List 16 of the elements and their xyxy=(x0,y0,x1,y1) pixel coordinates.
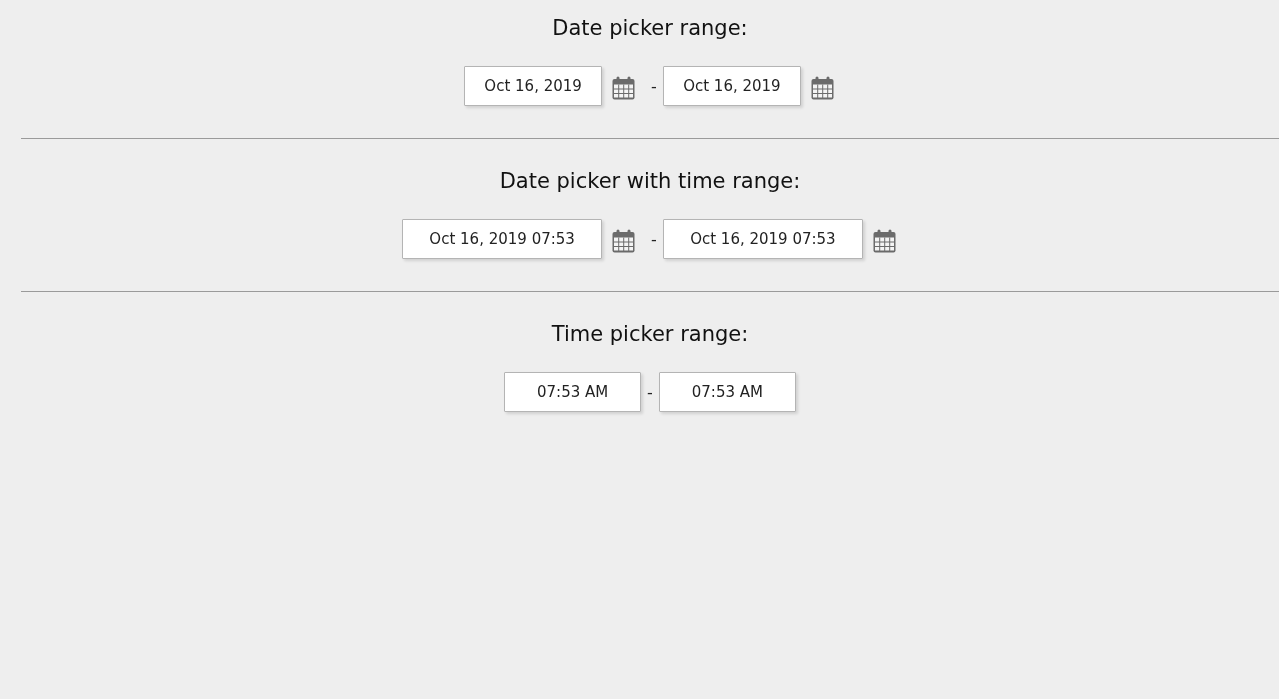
time-field[interactable]: 07:53 AM xyxy=(504,372,642,412)
calendar-icon[interactable] xyxy=(612,75,636,100)
section-heading: Date picker with time range: xyxy=(499,168,801,195)
range-dash: - xyxy=(646,382,654,402)
calendar-icon[interactable] xyxy=(810,75,834,100)
time-field[interactable]: 07:53 AM xyxy=(658,372,796,412)
section-heading: Time picker range: xyxy=(551,321,749,348)
range-dash: - xyxy=(650,229,658,249)
date-field[interactable]: Oct 16, 2019 xyxy=(662,66,801,106)
date-field[interactable]: Oct 16, 2019 xyxy=(464,66,603,106)
date-field[interactable]: Oct 16, 2019 07:53 xyxy=(402,219,603,259)
calendar-icon[interactable] xyxy=(872,228,896,253)
range-dash: - xyxy=(650,76,658,96)
date-field[interactable]: Oct 16, 2019 07:53 xyxy=(662,219,863,259)
calendar-icon[interactable] xyxy=(612,228,636,253)
section-heading: Date picker range: xyxy=(552,15,748,42)
